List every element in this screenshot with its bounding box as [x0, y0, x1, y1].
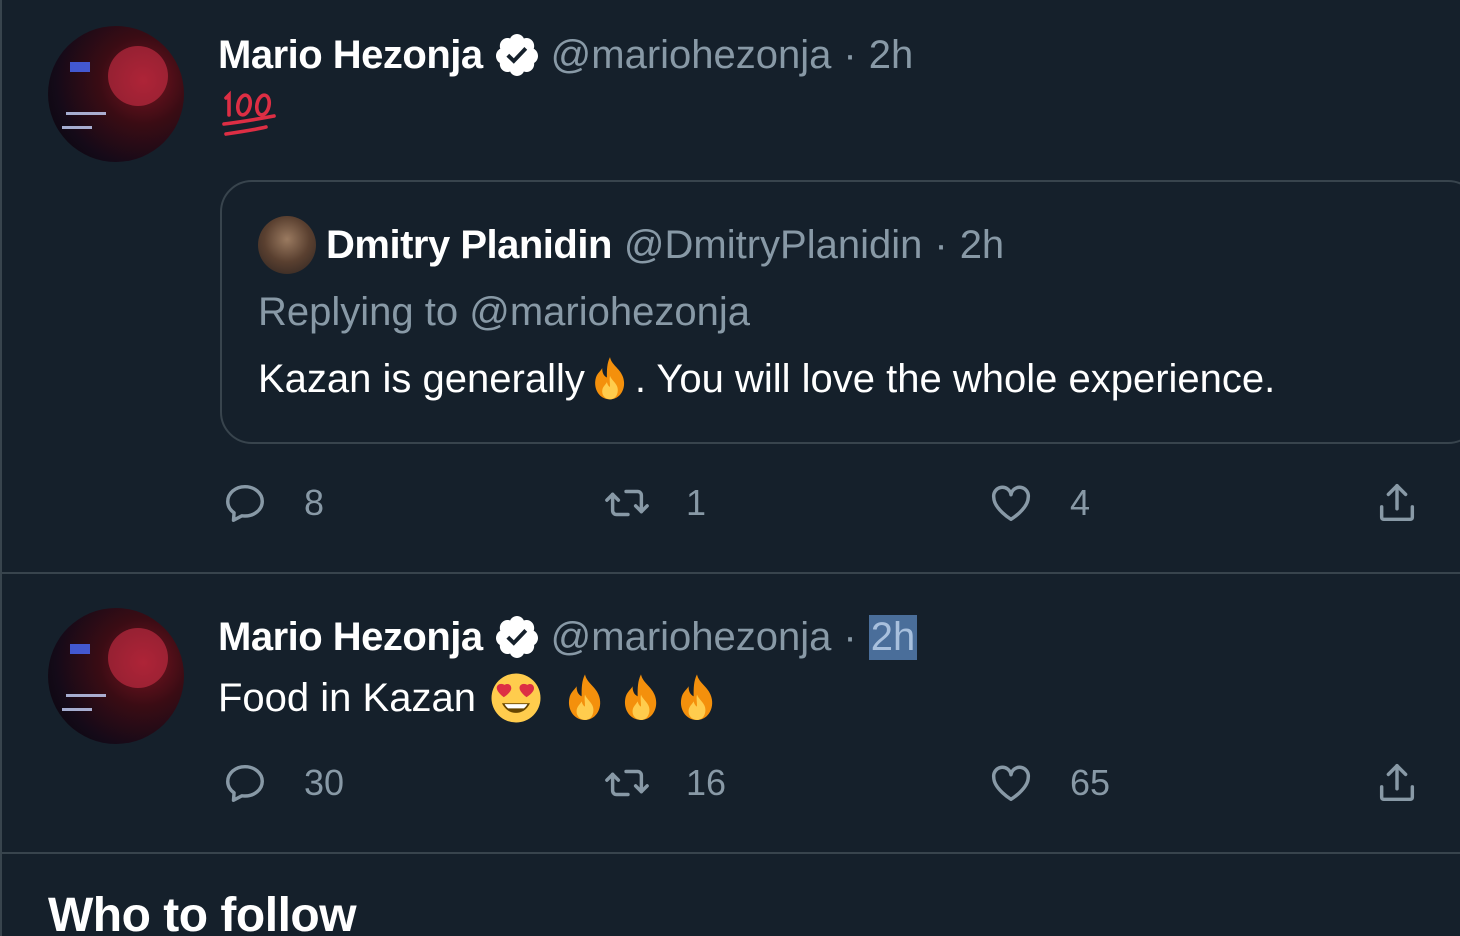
author-handle[interactable]: @mariohezonja: [551, 615, 832, 660]
retweet-button[interactable]: 16: [604, 760, 726, 806]
heart-icon: [988, 760, 1034, 806]
avatar[interactable]: [48, 608, 184, 744]
retweet-count: 16: [686, 762, 727, 803]
avatar[interactable]: [48, 26, 184, 162]
fire-emoji: [558, 671, 612, 725]
fire-emoji: [670, 671, 724, 725]
verified-badge-icon: [493, 613, 541, 661]
verified-badge-icon: [493, 31, 541, 79]
tweet[interactable]: Mario Hezonja @mariohezonja · 2h Dmitry …: [2, 0, 1460, 574]
tweet-actions: 30 16 65: [2, 760, 1460, 820]
like-count: 4: [1070, 482, 1091, 523]
tweet-text: Food in Kazan: [218, 670, 724, 726]
replying-to: Replying to @mariohezonja: [258, 290, 750, 334]
quote-author-name: Dmitry Planidin: [326, 222, 612, 267]
who-to-follow-heading: Who to follow: [48, 889, 357, 936]
quote-text: Kazan is generally . You will love the w…: [258, 354, 1275, 404]
quote-header: Dmitry Planidin @DmitryPlanidin · 2h: [326, 220, 1004, 270]
share-icon: [1374, 760, 1420, 806]
reply-icon: [222, 480, 268, 526]
heart-icon: [988, 480, 1034, 526]
reply-count: 30: [304, 762, 345, 803]
retweet-icon: [604, 760, 650, 806]
quote-author-handle: @DmitryPlanidin: [623, 222, 923, 267]
quote-text-before: Kazan is generally: [258, 356, 585, 401]
fire-emoji: [614, 671, 668, 725]
tweet-header: Mario Hezonja @mariohezonja · 2h: [218, 612, 918, 662]
share-button[interactable]: [1374, 760, 1420, 806]
share-icon: [1374, 480, 1420, 526]
timestamp[interactable]: 2h: [868, 614, 918, 660]
author-name[interactable]: Mario Hezonja: [218, 615, 483, 660]
heart-eyes-emoji: [488, 670, 544, 726]
reply-button[interactable]: 30: [222, 760, 344, 806]
retweet-button[interactable]: 1: [604, 480, 706, 526]
quote-timestamp: 2h: [959, 222, 1005, 267]
quote-avatar: [258, 216, 316, 274]
author-name[interactable]: Mario Hezonja: [218, 33, 483, 78]
quote-text-after: . You will love the whole experience.: [634, 356, 1276, 401]
like-count: 65: [1070, 762, 1111, 803]
tweet-actions: 8 1 4: [2, 480, 1460, 540]
hundred-points-emoji: [220, 88, 278, 142]
retweet-icon: [604, 480, 650, 526]
tweet-header: Mario Hezonja @mariohezonja · 2h: [218, 30, 913, 80]
timeline: Mario Hezonja @mariohezonja · 2h Dmitry …: [0, 0, 1460, 936]
timestamp[interactable]: 2h: [869, 33, 914, 78]
like-button[interactable]: 65: [988, 760, 1110, 806]
separator-dot: ·: [934, 222, 948, 267]
retweet-count: 1: [686, 482, 707, 523]
separator-dot: ·: [843, 614, 857, 659]
reply-count: 8: [304, 482, 325, 523]
tweet-text-content: Food in Kazan: [218, 675, 476, 720]
share-button[interactable]: [1374, 480, 1420, 526]
like-button[interactable]: 4: [988, 480, 1090, 526]
fire-emoji: [585, 354, 635, 404]
separator-dot: ·: [843, 32, 857, 77]
reply-icon: [222, 760, 268, 806]
author-handle[interactable]: @mariohezonja: [551, 33, 832, 78]
quoted-tweet[interactable]: Dmitry Planidin @DmitryPlanidin · 2h Rep…: [220, 180, 1460, 444]
reply-button[interactable]: 8: [222, 480, 324, 526]
